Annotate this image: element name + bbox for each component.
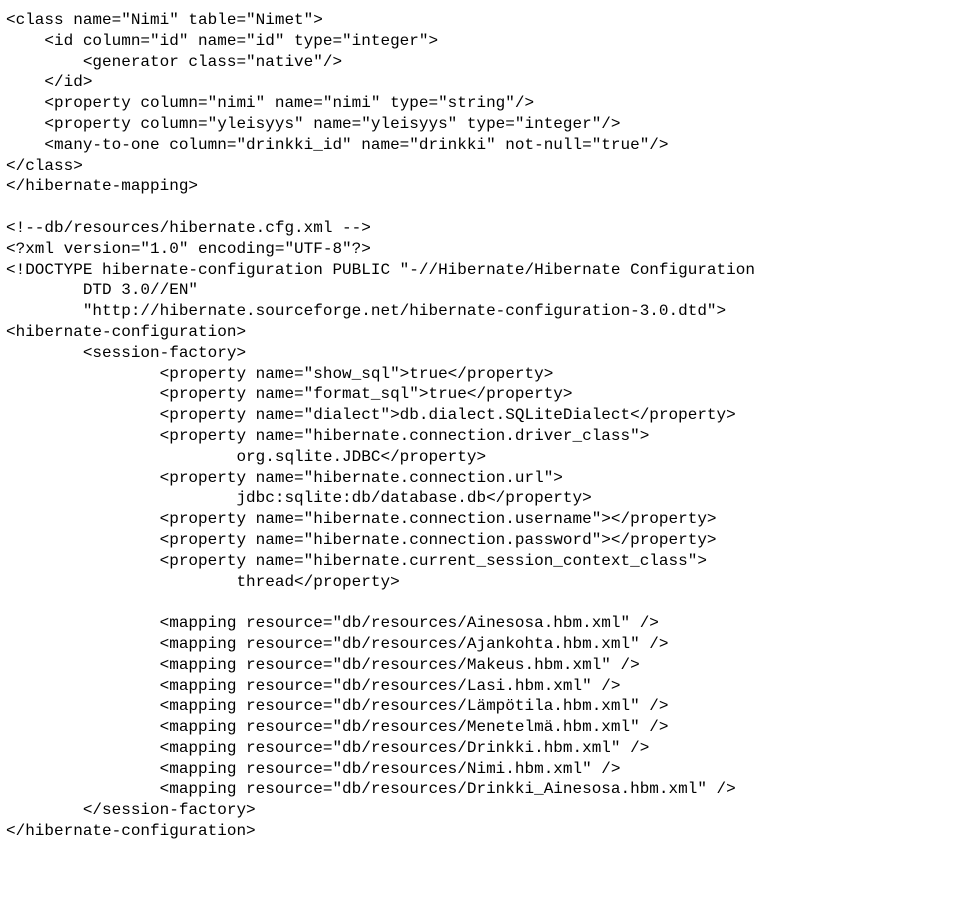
code-block: <class name="Nimi" table="Nimet"> <id co… [0,0,960,852]
